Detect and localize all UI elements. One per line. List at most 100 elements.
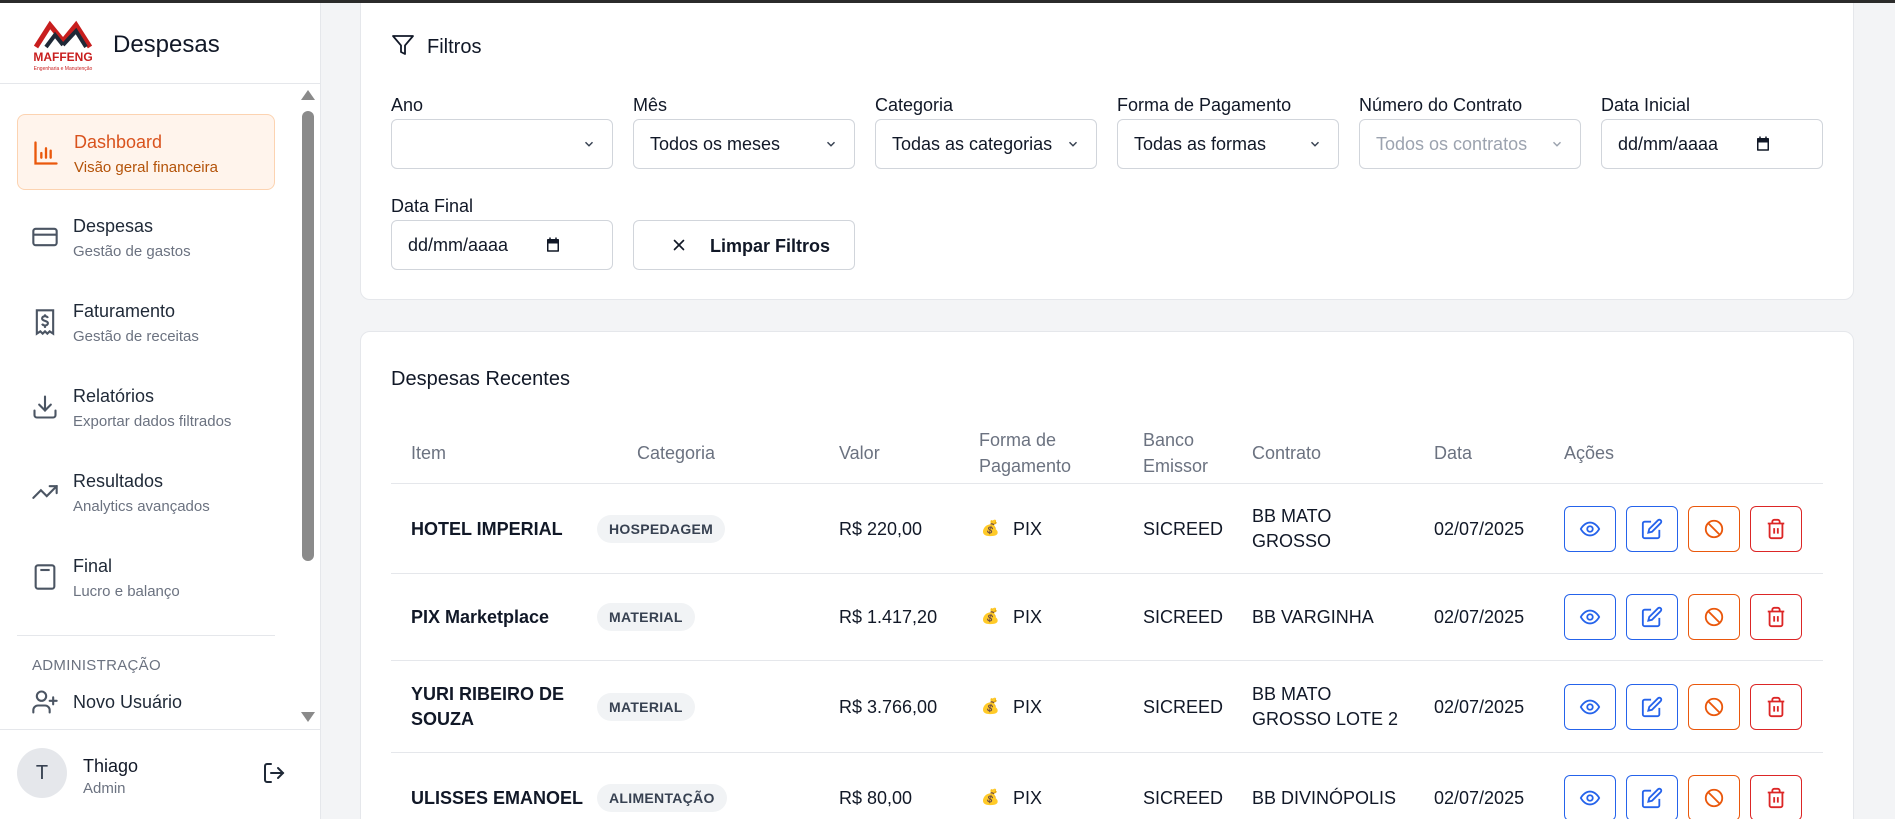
categoria-value: Todas as categorias — [892, 133, 1053, 154]
chevron-down-icon — [1310, 141, 1320, 147]
ano-select[interactable] — [391, 119, 613, 169]
logout-icon[interactable] — [262, 761, 286, 785]
view-button[interactable] — [1564, 594, 1616, 640]
data-final-input[interactable]: dd/mm/aaaa — [391, 220, 613, 270]
col-header-contrato: Contrato — [1252, 443, 1322, 463]
edit-button[interactable] — [1626, 506, 1678, 552]
data-final-value: dd/mm/aaaa — [408, 234, 509, 255]
data-inicial-value: dd/mm/aaaa — [1618, 133, 1719, 154]
cell-data: 02/07/2025 — [1434, 788, 1525, 808]
money-bag-icon: 💰 — [981, 520, 1000, 537]
cancel-button[interactable] — [1688, 684, 1740, 730]
col-header-banco-line1: Banco — [1143, 430, 1195, 450]
calculator-icon — [31, 563, 59, 591]
credit-card-icon — [31, 223, 59, 251]
maffeng-logo: MAFFENG Engenharia e Manutenção — [33, 20, 93, 72]
clear-filters-label: Limpar Filtros — [710, 236, 831, 256]
edit-button[interactable] — [1626, 684, 1678, 730]
view-button[interactable] — [1564, 775, 1616, 819]
delete-button[interactable] — [1750, 775, 1802, 819]
cell-contrato: BB MATO GROSSO — [1252, 504, 1331, 554]
table-row: PIX Marketplace MATERIAL R$ 1.417,20 💰 P… — [391, 574, 1823, 661]
sidebar-item-novo-usuario[interactable]: Novo Usuário — [17, 684, 275, 720]
cell-item-line1: YURI RIBEIRO DE — [411, 684, 565, 704]
cell-item: PIX Marketplace — [411, 605, 549, 630]
cancel-button[interactable] — [1688, 775, 1740, 819]
sidebar-item-subtitle: Gestão de gastos — [73, 243, 191, 260]
scroll-up-arrow[interactable] — [301, 90, 315, 100]
download-icon — [31, 393, 59, 421]
view-button[interactable] — [1564, 684, 1616, 730]
edit-button[interactable] — [1626, 775, 1678, 819]
sidebar-item-subtitle: Analytics avançados — [73, 498, 210, 515]
cell-banco: SICREED — [1143, 607, 1224, 627]
money-bag-icon: 💰 — [981, 698, 1000, 715]
cell-contrato: BB VARGINHA — [1252, 605, 1374, 630]
eye-icon — [1579, 609, 1601, 625]
col-header-valor: Valor — [839, 443, 880, 463]
ban-icon — [1704, 788, 1724, 808]
category-badge: MATERIAL — [597, 603, 695, 631]
cell-forma: PIX — [1013, 788, 1043, 808]
contrato-select[interactable]: Todos os contratos — [1359, 119, 1581, 169]
forma-value: Todas as formas — [1134, 133, 1267, 154]
edit-button[interactable] — [1626, 594, 1678, 640]
cell-banco: SICREED — [1143, 519, 1224, 539]
sidebar-item-subtitle: Lucro e balanço — [73, 583, 180, 600]
filter-label-data-inicial: Data Inicial — [1601, 95, 1691, 115]
data-inicial-input[interactable]: dd/mm/aaaa — [1601, 119, 1823, 169]
cell-contrato-line2: GROSSO — [1252, 531, 1332, 551]
avatar[interactable]: T — [17, 748, 67, 798]
categoria-select[interactable]: Todas as categorias — [875, 119, 1097, 169]
cell-data: 02/07/2025 — [1434, 607, 1525, 627]
scroll-down-arrow[interactable] — [301, 712, 315, 722]
filter-label-data-final: Data Final — [391, 196, 474, 216]
filters-title: Filtros — [427, 36, 482, 58]
chevron-down-icon — [1552, 141, 1562, 147]
delete-button[interactable] — [1750, 684, 1802, 730]
delete-button[interactable] — [1750, 594, 1802, 640]
admin-section-label: ADMINISTRAÇÃO — [32, 657, 161, 674]
cancel-button[interactable] — [1688, 594, 1740, 640]
sidebar-item-despesas[interactable]: Despesas Gestão de gastos — [17, 199, 275, 275]
trash-icon — [1767, 787, 1785, 809]
bar-chart-icon — [32, 139, 60, 167]
delete-button[interactable] — [1750, 506, 1802, 552]
sidebar-item-title: Resultados — [73, 471, 164, 491]
sidebar-item-relatorios[interactable]: Relatórios Exportar dados filtrados — [17, 369, 275, 445]
svg-text:MAFFENG: MAFFENG — [33, 50, 92, 64]
close-icon — [673, 239, 685, 251]
edit-icon — [1641, 696, 1663, 718]
sidebar-item-dashboard[interactable]: Dashboard Visão geral financeira — [17, 114, 275, 190]
category-badge: HOSPEDAGEM — [597, 515, 726, 543]
filter-label-categoria: Categoria — [875, 95, 954, 115]
col-header-forma-line2: Pagamento — [979, 456, 1072, 476]
table-row: ULISSES EMANOEL ALIMENTAÇÃO R$ 80,00 💰 P… — [391, 753, 1823, 819]
sidebar-item-faturamento[interactable]: Faturamento Gestão de receitas — [17, 284, 275, 360]
category-badge: ALIMENTAÇÃO — [597, 784, 727, 812]
cell-item: HOTEL IMPERIAL — [411, 517, 563, 542]
calendar-icon[interactable] — [544, 236, 562, 254]
sidebar-item-title: Final — [73, 556, 113, 576]
view-button[interactable] — [1564, 506, 1616, 552]
trending-up-icon — [31, 478, 59, 506]
money-bag-icon: 💰 — [981, 608, 1000, 625]
forma-pagamento-select[interactable]: Todas as formas — [1117, 119, 1339, 169]
sidebar-item-resultados[interactable]: Resultados Analytics avançados — [17, 454, 275, 530]
scroll-thumb[interactable] — [302, 111, 314, 561]
chevron-down-icon — [826, 141, 836, 147]
trash-icon — [1767, 606, 1785, 628]
sidebar-scrollbar[interactable] — [298, 88, 318, 728]
mes-select[interactable]: Todos os meses — [633, 119, 855, 169]
cell-contrato: BB MATO GROSSO LOTE 2 — [1252, 682, 1398, 732]
sidebar-item-label: Novo Usuário — [73, 692, 183, 712]
clear-filters-button[interactable]: Limpar Filtros — [633, 220, 855, 270]
cancel-button[interactable] — [1688, 506, 1740, 552]
sidebar: MAFFENG Engenharia e Manutenção Despesas… — [0, 0, 321, 819]
sidebar-item-final[interactable]: Final Lucro e balanço — [17, 539, 275, 615]
cell-item-line1: PIX Marketplace — [411, 607, 550, 627]
calendar-icon[interactable] — [1754, 135, 1772, 153]
edit-icon — [1641, 606, 1663, 628]
sidebar-item-title: Dashboard — [74, 132, 163, 152]
user-plus-icon — [31, 688, 59, 716]
